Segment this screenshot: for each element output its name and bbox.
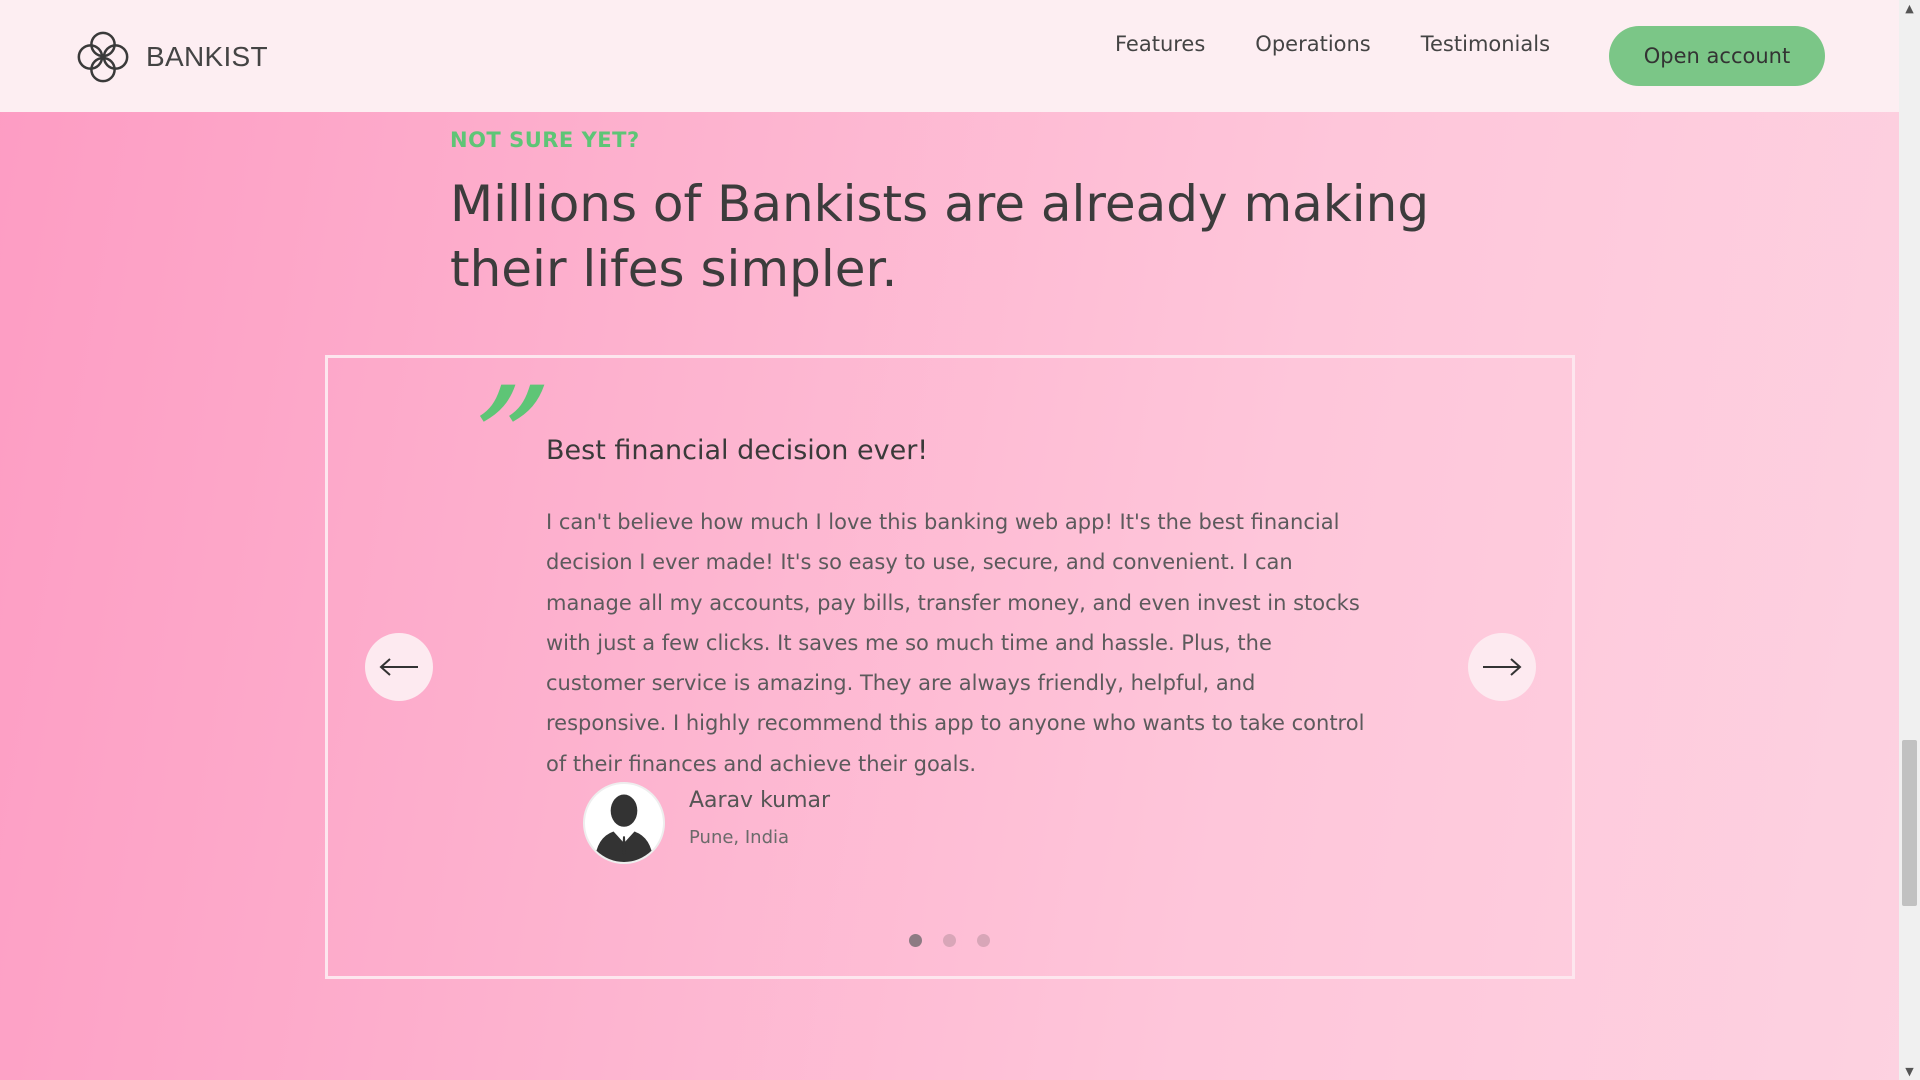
scroll-down-arrow-icon[interactable]: ▼: [1899, 1063, 1920, 1080]
bankist-logo-icon: [77, 31, 129, 83]
brand-name: BANKIST: [146, 41, 268, 72]
scroll-up-arrow-icon[interactable]: ▲: [1899, 0, 1920, 17]
nav-links: Features Operations Testimonials: [1115, 32, 1600, 56]
page: BANKIST Features Operations Testimonials…: [0, 0, 1899, 1080]
nav-link-testimonials[interactable]: Testimonials: [1421, 32, 1550, 56]
nav-link-features[interactable]: Features: [1115, 32, 1205, 56]
scrollbar-thumb[interactable]: [1902, 740, 1917, 906]
person-silhouette-icon: [594, 794, 654, 862]
avatar: [583, 782, 665, 864]
section-eyebrow: NOT SURE YET?: [450, 128, 640, 152]
quote-mark-icon: ”: [455, 356, 557, 530]
page-scrollbar[interactable]: ▲ ▼: [1899, 0, 1920, 1080]
testimonial-text: I can't believe how much I love this ban…: [546, 510, 1365, 776]
slider-prev-button[interactable]: [365, 633, 433, 701]
arrow-right-icon: [1483, 658, 1522, 676]
testimonial-slider: ” Best financial decision ever! I can't …: [325, 355, 1575, 979]
slider-dot-1[interactable]: [909, 934, 922, 947]
author-name: Aarav kumar: [689, 788, 831, 813]
slider-dots: [909, 934, 1011, 947]
author-info: Aarav kumar Pune, India: [689, 788, 830, 848]
arrow-left-icon: [379, 658, 418, 676]
slider-dot-2[interactable]: [943, 934, 956, 947]
nav-link-operations[interactable]: Operations: [1255, 32, 1370, 56]
testimonial-title: Best financial decision ever!: [546, 435, 929, 466]
open-account-button[interactable]: Open account: [1609, 26, 1825, 86]
slider-next-button[interactable]: [1468, 633, 1536, 701]
top-navigation: BANKIST Features Operations Testimonials…: [0, 0, 1899, 112]
brand-logo[interactable]: BANKIST: [74, 28, 268, 86]
testimonial-author: Aarav kumar Pune, India: [583, 782, 830, 864]
author-location: Pune, India: [689, 827, 790, 848]
slider-dot-3[interactable]: [977, 934, 990, 947]
section-headline: Millions of Bankists are already making …: [450, 175, 1430, 298]
